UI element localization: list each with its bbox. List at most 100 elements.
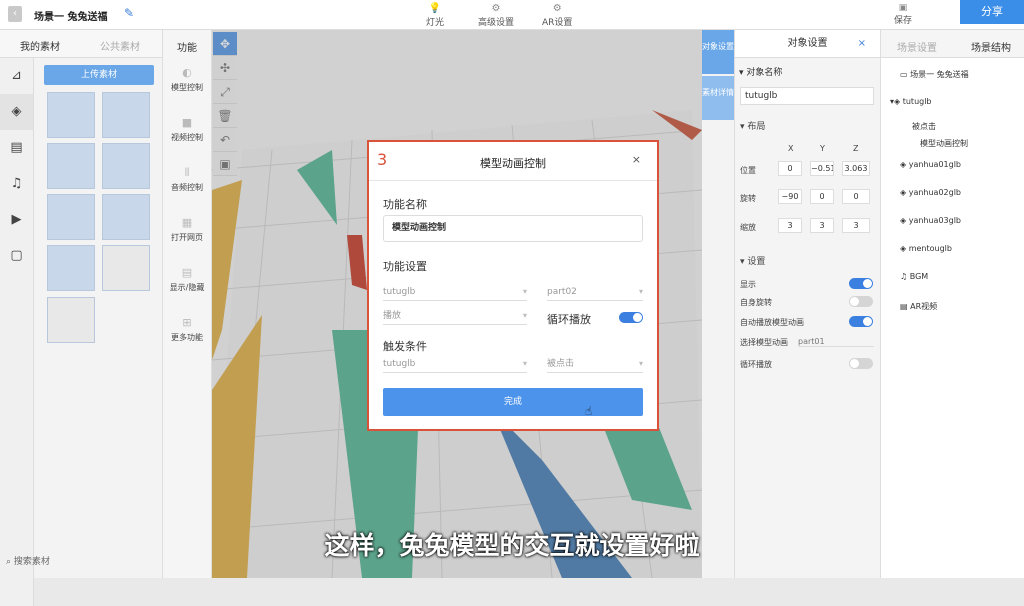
more-functions[interactable]: ⊞ 更多功能: [163, 308, 211, 358]
cube-icon: ◈: [900, 188, 909, 197]
project-title: 场景一 兔兔送福: [34, 12, 108, 23]
light-icon: 💡: [428, 3, 442, 14]
material-thumb[interactable]: [102, 92, 150, 138]
share-button[interactable]: 分享: [960, 0, 1024, 24]
open-webpage[interactable]: ▦ 打开网页: [163, 208, 211, 258]
advanced-settings-tool[interactable]: ⚙ 高级设置: [478, 3, 514, 28]
trigger-event-select[interactable]: 被点击: [547, 357, 643, 373]
material-thumb[interactable]: [47, 92, 95, 138]
material-thumb[interactable]: [102, 143, 150, 189]
model-icon: ◐: [182, 66, 192, 79]
autoplay-label: 自动播放模型动画: [740, 318, 804, 327]
rot-y-field[interactable]: 0: [810, 189, 834, 204]
tree-item-clicked[interactable]: 被点击: [912, 121, 936, 132]
side-tabs: 对象设置 素材详情: [702, 30, 734, 578]
ar-settings-tool[interactable]: ⚙ AR设置: [542, 3, 572, 28]
scale-x-field[interactable]: 3: [778, 218, 802, 233]
cube-icon[interactable]: ◈: [0, 94, 33, 130]
action-select[interactable]: 播放: [383, 309, 527, 325]
tab-my-materials[interactable]: 我的素材: [20, 38, 60, 53]
audio-control[interactable]: ⦀ 音频控制: [163, 158, 211, 208]
z-label: Z: [853, 144, 859, 153]
light-tool[interactable]: 💡 灯光: [426, 3, 444, 28]
material-thumb[interactable]: [47, 194, 95, 240]
tree-item-anim-control[interactable]: 模型动画控制: [920, 138, 968, 149]
material-thumb[interactable]: [47, 245, 95, 291]
tree-item-yanhua01[interactable]: ◈ yanhua01glb: [900, 160, 961, 169]
pos-x-field[interactable]: 0: [778, 161, 802, 176]
dialog-title: 模型动画控制: [480, 157, 546, 170]
back-button[interactable]: ‹: [8, 6, 22, 22]
video-control[interactable]: ■ 视频控制: [163, 108, 211, 158]
show-toggle[interactable]: [849, 278, 873, 289]
video-icon[interactable]: ▶: [0, 202, 33, 238]
tree-item-yanhua03[interactable]: ◈ yanhua03glb: [900, 216, 961, 225]
ar-icon[interactable]: ▤: [0, 130, 33, 166]
web-icon: ▦: [181, 216, 193, 229]
scale-label: 缩放: [740, 223, 756, 232]
model-control[interactable]: ◐ 模型控制: [163, 58, 211, 108]
done-button[interactable]: 完成: [383, 388, 643, 416]
scale-y-field[interactable]: 3: [810, 218, 834, 233]
loop-label: 循环播放: [547, 313, 591, 326]
tree-item-yanhua02[interactable]: ◈ yanhua02glb: [900, 188, 961, 197]
divider: [369, 180, 657, 181]
tree-item-scene[interactable]: ▭ 场景一 兔兔送福: [900, 69, 969, 80]
y-label: Y: [820, 144, 825, 153]
pos-z-field[interactable]: 3.063: [842, 161, 870, 176]
loop-toggle[interactable]: [619, 312, 643, 323]
tab-material-details[interactable]: 素材详情: [702, 76, 734, 120]
tree-item-ar-video[interactable]: ▤ AR视频: [900, 301, 937, 312]
edit-icon[interactable]: ✎: [124, 6, 134, 20]
anim-select[interactable]: part01: [798, 337, 874, 347]
upload-button[interactable]: 上传素材: [44, 65, 154, 85]
chair-thumb[interactable]: [47, 297, 95, 343]
close-icon[interactable]: ×: [632, 153, 641, 166]
cactus-thumb[interactable]: [102, 245, 150, 291]
save-icon: ▣: [898, 3, 908, 13]
cube-icon: ◈: [900, 160, 909, 169]
choose-anim-label: 选择模型动画: [740, 338, 788, 347]
rot-z-field[interactable]: 0: [842, 189, 870, 204]
loop-label: 循环播放: [740, 360, 772, 369]
left-rail: ⊿ ◈ ▤ ♫ ▶ ▢: [0, 58, 34, 606]
music-icon[interactable]: ♫: [0, 166, 33, 202]
tab-public-materials[interactable]: 公共素材: [100, 38, 140, 53]
tree-item-bgm[interactable]: ♫ BGM: [900, 272, 928, 281]
cube-icon: ▾◈: [890, 97, 903, 106]
tab-object-settings[interactable]: 对象设置: [702, 30, 734, 74]
material-thumb[interactable]: [47, 143, 95, 189]
material-thumb[interactable]: [102, 194, 150, 240]
chart-icon[interactable]: ⊿: [0, 58, 33, 94]
part-select[interactable]: part02: [547, 285, 643, 301]
spin-toggle[interactable]: [849, 296, 873, 307]
close-icon[interactable]: ×: [858, 30, 866, 58]
x-label: X: [788, 144, 794, 153]
function-name-input[interactable]: 模型动画控制: [383, 215, 643, 242]
rotation-label: 旋转: [740, 194, 756, 203]
autoplay-toggle[interactable]: [849, 316, 873, 327]
object-name-input[interactable]: tutuglb: [740, 87, 874, 105]
show-hide[interactable]: ▤ 显示/隐藏: [163, 258, 211, 308]
spin-label: 自身旋转: [740, 298, 772, 307]
animation-control-dialog: 3 模型动画控制 × 功能名称 模型动画控制 功能设置 tutuglb part…: [367, 140, 659, 431]
pos-y-field[interactable]: −0.514: [810, 161, 834, 176]
function-panel: 功能 ◐ 模型控制 ■ 视频控制 ⦀ 音频控制 ▦ 打开网页 ▤ 显示/隐藏 ⊞ 更多功能: [162, 30, 212, 578]
rot-x-field[interactable]: −90: [778, 189, 802, 204]
trigger-object-select[interactable]: tutuglb: [383, 357, 527, 373]
frame-icon[interactable]: ▢: [0, 238, 33, 274]
cube-icon: ◈: [900, 244, 909, 253]
tree-item-tutuglb[interactable]: ▾◈ tutuglb: [890, 97, 932, 106]
tab-scene-settings[interactable]: 场景设置: [897, 39, 937, 54]
video-icon: ■: [181, 116, 193, 129]
object-name-section: ▾ 对象名称: [739, 68, 783, 78]
tab-scene-structure[interactable]: 场景结构: [971, 39, 1011, 54]
save-button[interactable]: ▣ 保存: [894, 3, 912, 26]
loop-toggle[interactable]: [849, 358, 873, 369]
scale-z-field[interactable]: 3: [842, 218, 870, 233]
music-icon: ♫: [900, 272, 910, 281]
tree-item-mentou[interactable]: ◈ mentouglb: [900, 244, 952, 253]
object-select[interactable]: tutuglb: [383, 285, 527, 301]
cube-icon: ◈: [900, 216, 909, 225]
top-bar: ‹ 场景一 兔兔送福 ✎ 💡 灯光 ⚙ 高级设置 ⚙ AR设置 ▣ 保存 分享: [0, 0, 1024, 30]
